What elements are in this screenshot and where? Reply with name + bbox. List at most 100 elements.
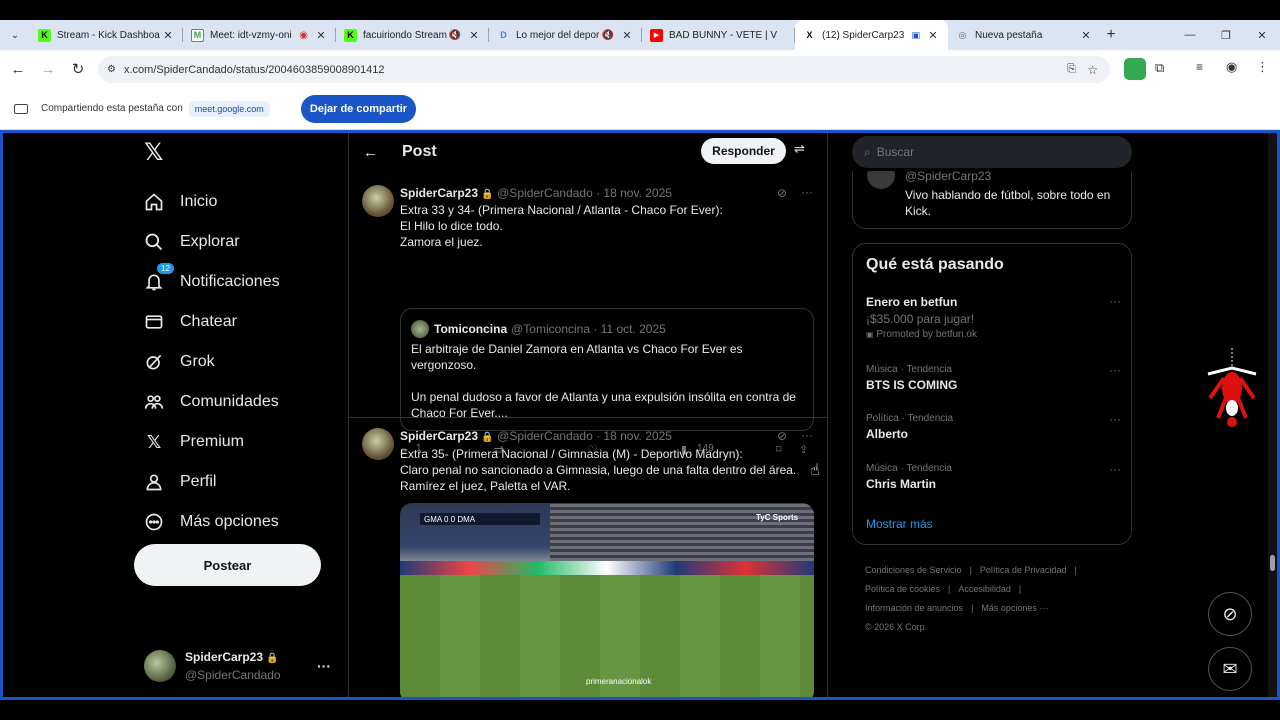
- settings-sliders-icon[interactable]: ⇌: [794, 141, 805, 157]
- footer-link[interactable]: Condiciones de Servicio: [865, 565, 962, 575]
- nav-mas-opciones[interactable]: Más opciones: [142, 502, 334, 542]
- trend-item[interactable]: Música · Tendencia BTS IS COMING ···: [866, 363, 1121, 393]
- profile-suggestion-card[interactable]: @SpiderCarp23 Vivo hablando de fútbol, s…: [852, 171, 1132, 229]
- footer-separator: |: [971, 603, 974, 613]
- nav-inicio[interactable]: Inicio: [142, 182, 334, 222]
- trend-item[interactable]: Enero en betfun ¡$35.000 para jugar! ▣ P…: [866, 294, 1121, 342]
- account-switcher[interactable]: SpiderCarp23 🔒 @SpiderCandado ···: [144, 648, 344, 684]
- close-icon[interactable]: ✕: [314, 29, 328, 42]
- nav-chatear[interactable]: Chatear: [142, 302, 334, 342]
- tweet-text-line: Zamora el juez.: [400, 235, 483, 249]
- reply-button[interactable]: Responder: [701, 138, 786, 164]
- home-icon: [142, 190, 166, 214]
- footer-link[interactable]: Política de cookies: [865, 584, 940, 594]
- dazn-icon: D: [500, 30, 507, 40]
- url-field[interactable]: ⚙ x.com/SpiderCandado/status/20046038590…: [98, 56, 1110, 83]
- more-dots-icon[interactable]: ···: [317, 658, 331, 674]
- video-scoreboard: GMA 0 0 DMA: [420, 513, 540, 525]
- sharing-icon: ▣: [911, 29, 920, 40]
- tab-title: (12) SpiderCarp23: [822, 29, 905, 41]
- footer-link[interactable]: Política de Privacidad: [980, 565, 1067, 575]
- close-icon[interactable]: ✕: [620, 29, 634, 42]
- meet-extension-icon[interactable]: [1124, 58, 1146, 80]
- mail-icon: ✉: [1222, 658, 1238, 679]
- page-title: Post: [402, 143, 437, 160]
- tab-kick-stream[interactable]: Kfacuiriondo Stream 🔇 ✕: [336, 20, 489, 50]
- back-arrow-icon[interactable]: ←: [363, 144, 378, 161]
- close-icon[interactable]: ✕: [467, 29, 481, 42]
- tab-title: Meet: idt-vzmy-oni: [210, 29, 292, 41]
- bookmark-star-icon[interactable]: ☆: [1087, 63, 1098, 77]
- forward-arrow-icon[interactable]: →: [36, 57, 60, 81]
- grok-icon[interactable]: ⊘: [777, 186, 787, 200]
- more-dots-icon[interactable]: ···: [1109, 294, 1121, 308]
- trends-title: Qué está pasando: [866, 256, 1004, 273]
- tweet[interactable]: SpiderCarp23 🔒 @SpiderCandado · 18 nov. …: [349, 181, 827, 457]
- close-icon[interactable]: ✕: [161, 29, 175, 42]
- screen-top-border: [0, 0, 1280, 20]
- post-button[interactable]: Postear: [134, 544, 321, 586]
- sharing-label: Compartiendo esta pestaña con: [41, 103, 183, 114]
- more-dots-icon[interactable]: ···: [1109, 412, 1121, 426]
- url-text: x.com/SpiderCandado/status/2004603859008…: [124, 63, 385, 76]
- more-dots-icon[interactable]: ···: [801, 185, 813, 199]
- close-icon[interactable]: ✕: [926, 29, 940, 42]
- extensions-icon[interactable]: ⧉: [1155, 60, 1164, 76]
- minimize-icon[interactable]: —: [1172, 29, 1208, 41]
- media-control-icon[interactable]: ≡: [1196, 60, 1203, 74]
- grok-icon[interactable]: ⊘: [777, 429, 787, 443]
- muted-icon[interactable]: 🔇: [449, 30, 461, 41]
- nav-explorar[interactable]: Explorar: [142, 222, 334, 262]
- tab-kick-dashboard[interactable]: K Stream - Kick Dashboa ✕: [30, 20, 183, 50]
- nav-notificaciones[interactable]: 12 Notificaciones: [142, 262, 334, 302]
- more-dots-icon[interactable]: ···: [1109, 363, 1121, 377]
- tab-deportes[interactable]: D Lo mejor del depor 🔇 ✕: [489, 20, 642, 50]
- trend-name: BTS IS COMING: [866, 378, 958, 392]
- trend-name: Alberto: [866, 427, 908, 441]
- site-info-icon[interactable]: ⚙: [107, 64, 116, 75]
- back-arrow-icon[interactable]: ←: [6, 57, 30, 81]
- stop-sharing-button[interactable]: Dejar de compartir: [301, 95, 416, 123]
- tab-youtube[interactable]: ▶ BAD BUNNY - VETE | V: [642, 20, 795, 50]
- messages-fab-button[interactable]: ✉: [1208, 647, 1252, 691]
- footer-link[interactable]: Más opciones ···: [981, 603, 1048, 613]
- people-icon: [142, 390, 166, 414]
- nav-comunidades[interactable]: Comunidades: [142, 382, 334, 422]
- profile-icon[interactable]: ◉: [1226, 59, 1237, 75]
- search-input[interactable]: ⌕ Buscar: [852, 136, 1132, 168]
- tab-search-chevron-icon[interactable]: ⌄: [0, 30, 30, 41]
- restore-icon[interactable]: ❐: [1208, 29, 1244, 42]
- x-logo-icon[interactable]: 𝕏: [144, 140, 334, 166]
- more-dots-icon[interactable]: ···: [1109, 462, 1121, 476]
- tweet-meta: @SpiderCandado · 18 nov. 2025: [497, 186, 672, 200]
- quoted-tweet[interactable]: Tomiconcina @Tomiconcina · 11 oct. 2025 E…: [400, 308, 814, 431]
- show-more-link[interactable]: Mostrar más: [866, 517, 933, 531]
- tab-title: Stream - Kick Dashboa: [57, 29, 160, 41]
- tab-new[interactable]: ◎ Nueva pestaña ✕: [948, 20, 1101, 50]
- tab-meet[interactable]: M Meet: idt-vzmy-oni ◉ ✕: [183, 20, 336, 50]
- muted-icon[interactable]: 🔇: [602, 30, 614, 41]
- footer-link[interactable]: Información de anuncios: [865, 603, 963, 613]
- close-icon[interactable]: ✕: [1079, 29, 1093, 42]
- trend-item[interactable]: Política · Tendencia Alberto ···: [866, 412, 1121, 442]
- nav-label: Grok: [180, 353, 215, 370]
- video-player[interactable]: GMA 0 0 DMA TyC Sports primeranacionalok: [400, 503, 814, 697]
- new-tab-button[interactable]: +: [1101, 26, 1121, 44]
- nav-perfil[interactable]: Perfil: [142, 462, 334, 502]
- footer-links: Condiciones de Servicio | Política de Priv…: [865, 561, 1135, 637]
- address-bar-row: ← → ↻ ⚙ x.com/SpiderCandado/status/20046…: [0, 50, 1280, 88]
- nav-premium[interactable]: 𝕏 Premium: [142, 422, 334, 462]
- nav-grok[interactable]: Grok: [142, 342, 334, 382]
- tab-x-active[interactable]: X (12) SpiderCarp23 ▣ ✕: [795, 20, 948, 50]
- page-scrollbar[interactable]: [1268, 133, 1277, 697]
- more-dots-icon[interactable]: ···: [801, 428, 813, 442]
- menu-kebab-icon[interactable]: ⋮: [1256, 59, 1269, 75]
- footer-link[interactable]: Accesibilidad: [958, 584, 1011, 594]
- quote-text-line: El arbitraje de Daniel Zamora en Atlanta…: [411, 342, 743, 372]
- cast-icon[interactable]: ⎘: [1067, 63, 1076, 76]
- reload-icon[interactable]: ↻: [66, 57, 90, 81]
- scrollbar-thumb[interactable]: [1270, 555, 1275, 571]
- trend-item[interactable]: Música · Tendencia Chris Martin ···: [866, 462, 1121, 492]
- grok-fab-button[interactable]: ⊘: [1208, 592, 1252, 636]
- window-close-icon[interactable]: ✕: [1244, 29, 1280, 42]
